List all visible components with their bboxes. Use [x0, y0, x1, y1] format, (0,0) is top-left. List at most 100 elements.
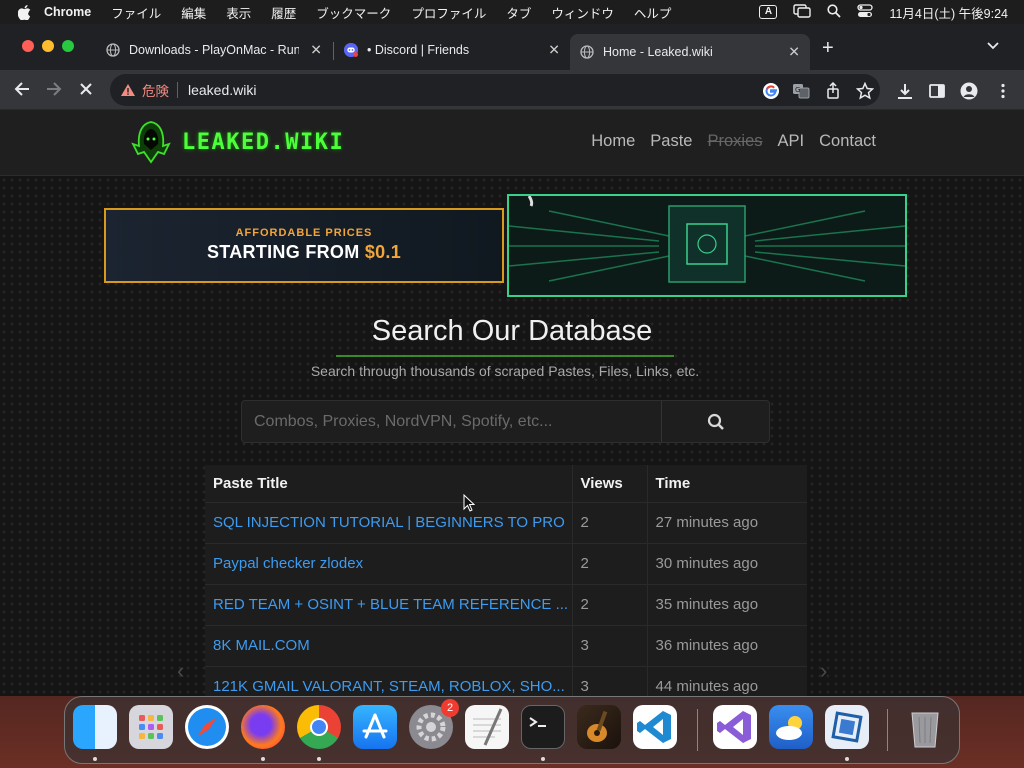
paste-views: 3: [571, 665, 647, 696]
system-settings-icon[interactable]: 2: [409, 699, 459, 749]
share-icon[interactable]: [824, 81, 842, 100]
running-indicator: [261, 757, 265, 761]
menu-file[interactable]: ファイル: [111, 3, 161, 22]
forward-arrow-icon[interactable]: [44, 80, 64, 100]
column-header-title: Paste Title: [205, 465, 572, 503]
profile-avatar-icon[interactable]: [960, 82, 978, 100]
menu-profiles[interactable]: プロファイル: [411, 3, 486, 22]
pricing-banner-ad[interactable]: AFFORDABLE PRICES STARTING FROM $0.1: [104, 208, 504, 283]
table-row: RED TEAM + OSINT + BLUE TEAM REFERENCE .…: [205, 583, 807, 625]
close-window-button[interactable]: [22, 40, 34, 52]
nav-link-api[interactable]: API: [778, 132, 805, 151]
close-tab-icon[interactable]: ✕: [310, 42, 322, 59]
paste-title-link[interactable]: 8K MAIL.COM: [205, 624, 572, 666]
paste-time: 44 minutes ago: [646, 665, 807, 696]
mac-menubar: Chrome ファイル 編集 表示 履歴 ブックマーク プロファイル タブ ウィ…: [0, 0, 1024, 24]
spotlight-search-icon[interactable]: [827, 3, 842, 21]
dock-separator: [887, 709, 888, 751]
paste-title-link[interactable]: RED TEAM + OSINT + BLUE TEAM REFERENCE .…: [205, 583, 572, 625]
back-arrow-icon[interactable]: [12, 80, 32, 100]
minimize-window-button[interactable]: [42, 40, 54, 52]
menu-view[interactable]: 表示: [226, 3, 251, 22]
tab-search-chevron-icon[interactable]: [986, 38, 1000, 52]
site-nav: Home Paste Proxies API Contact: [591, 132, 876, 151]
banner-price: $0.1: [364, 242, 402, 262]
virtualbox-icon[interactable]: [825, 705, 869, 749]
more-menu-icon[interactable]: [994, 82, 1012, 100]
paste-time: 36 minutes ago: [646, 624, 807, 666]
mac-dock: 2: [64, 696, 960, 764]
google-icon[interactable]: [762, 82, 780, 100]
nav-link-paste[interactable]: Paste: [650, 132, 692, 151]
site-logo[interactable]: LEAKED.WIKI: [130, 120, 344, 164]
close-tab-icon[interactable]: ✕: [788, 44, 800, 61]
trash-icon[interactable]: [903, 705, 947, 749]
nav-link-home[interactable]: Home: [591, 132, 635, 151]
weather-icon[interactable]: [769, 705, 813, 749]
control-center-icon[interactable]: [857, 3, 874, 21]
menu-edit[interactable]: 編集: [181, 3, 206, 22]
table-row: 121K GMAIL VALORANT, STEAM, ROBLOX, SHO.…: [205, 665, 807, 696]
launchpad-icon[interactable]: [129, 705, 173, 749]
nav-link-contact[interactable]: Contact: [819, 132, 876, 151]
terminal-icon[interactable]: [521, 705, 565, 749]
carousel-prev-arrow-icon[interactable]: ‹: [177, 658, 184, 684]
vscode-icon[interactable]: [633, 705, 677, 749]
table-header-row: Paste Title Views Time: [205, 465, 807, 503]
security-status-label[interactable]: 危険: [142, 80, 169, 100]
paste-title-link[interactable]: SQL INJECTION TUTORIAL | BEGINNERS TO PR…: [205, 501, 572, 543]
bookmark-star-icon[interactable]: [855, 81, 875, 100]
apple-menu-icon[interactable]: [17, 5, 32, 21]
menu-tab[interactable]: タブ: [506, 3, 531, 22]
close-tab-icon[interactable]: ✕: [548, 42, 560, 59]
menubar-clock[interactable]: 11月4日(土) 午後9:24: [889, 3, 1008, 22]
garageband-icon[interactable]: [577, 705, 621, 749]
warning-triangle-icon[interactable]: [120, 83, 136, 97]
discord-icon: [344, 43, 358, 57]
dock-separator: [697, 709, 698, 751]
carousel-next-arrow-icon[interactable]: ›: [820, 658, 827, 684]
menu-app-name[interactable]: Chrome: [44, 5, 91, 19]
tab-leaked-wiki[interactable]: Home - Leaked.wiki ✕: [570, 34, 810, 70]
banner-headline-prefix: STARTING FROM: [206, 242, 365, 262]
menu-bookmarks[interactable]: ブックマーク: [316, 3, 391, 22]
search-button[interactable]: [662, 401, 769, 442]
running-indicator: [317, 757, 321, 761]
side-panel-icon[interactable]: [928, 82, 946, 100]
paste-views: 2: [571, 501, 647, 543]
paste-views: 3: [571, 624, 647, 666]
paste-title-link[interactable]: 121K GMAIL VALORANT, STEAM, ROBLOX, SHO.…: [205, 665, 572, 696]
textedit-icon[interactable]: [465, 705, 509, 749]
finder-icon[interactable]: [73, 705, 117, 749]
translate-icon[interactable]: G: [792, 82, 810, 100]
app-store-icon[interactable]: [353, 705, 397, 749]
circuit-chip-graphic: [509, 196, 905, 283]
nav-link-proxies[interactable]: Proxies: [707, 132, 762, 151]
menu-window[interactable]: ウィンドウ: [551, 3, 614, 22]
globe-icon: [580, 45, 594, 59]
tab-discord[interactable]: • Discord | Friends ✕: [334, 34, 570, 66]
search-input[interactable]: [242, 401, 662, 442]
stop-loading-icon[interactable]: [76, 80, 96, 100]
zoom-window-button[interactable]: [62, 40, 74, 52]
url-text[interactable]: leaked.wiki: [188, 82, 256, 98]
input-source-indicator[interactable]: A: [759, 5, 778, 19]
search-icon: [707, 413, 724, 430]
paste-title-link[interactable]: Paypal checker zlodex: [205, 542, 572, 584]
svg-text:G: G: [795, 86, 800, 94]
pastes-table: Paste Title Views Time SQL INJECTION TUT…: [205, 465, 807, 696]
menu-history[interactable]: 履歴: [271, 3, 296, 22]
safari-icon[interactable]: [185, 705, 229, 749]
screen-mirroring-icon[interactable]: [793, 3, 812, 21]
downloads-icon[interactable]: [896, 82, 914, 100]
tab-playonmac[interactable]: Downloads - PlayOnMac - Run ✕: [96, 34, 332, 66]
visual-studio-icon[interactable]: [713, 705, 757, 749]
search-subtitle: Search through thousands of scraped Past…: [310, 363, 700, 379]
circuit-banner-ad[interactable]: [507, 194, 907, 297]
paste-time: 35 minutes ago: [646, 583, 807, 625]
new-tab-button[interactable]: +: [822, 38, 834, 58]
table-row: Paypal checker zlodex 2 30 minutes ago: [205, 542, 807, 584]
chrome-icon[interactable]: [297, 705, 341, 749]
firefox-icon[interactable]: [241, 705, 285, 749]
menu-help[interactable]: ヘルプ: [634, 3, 672, 22]
